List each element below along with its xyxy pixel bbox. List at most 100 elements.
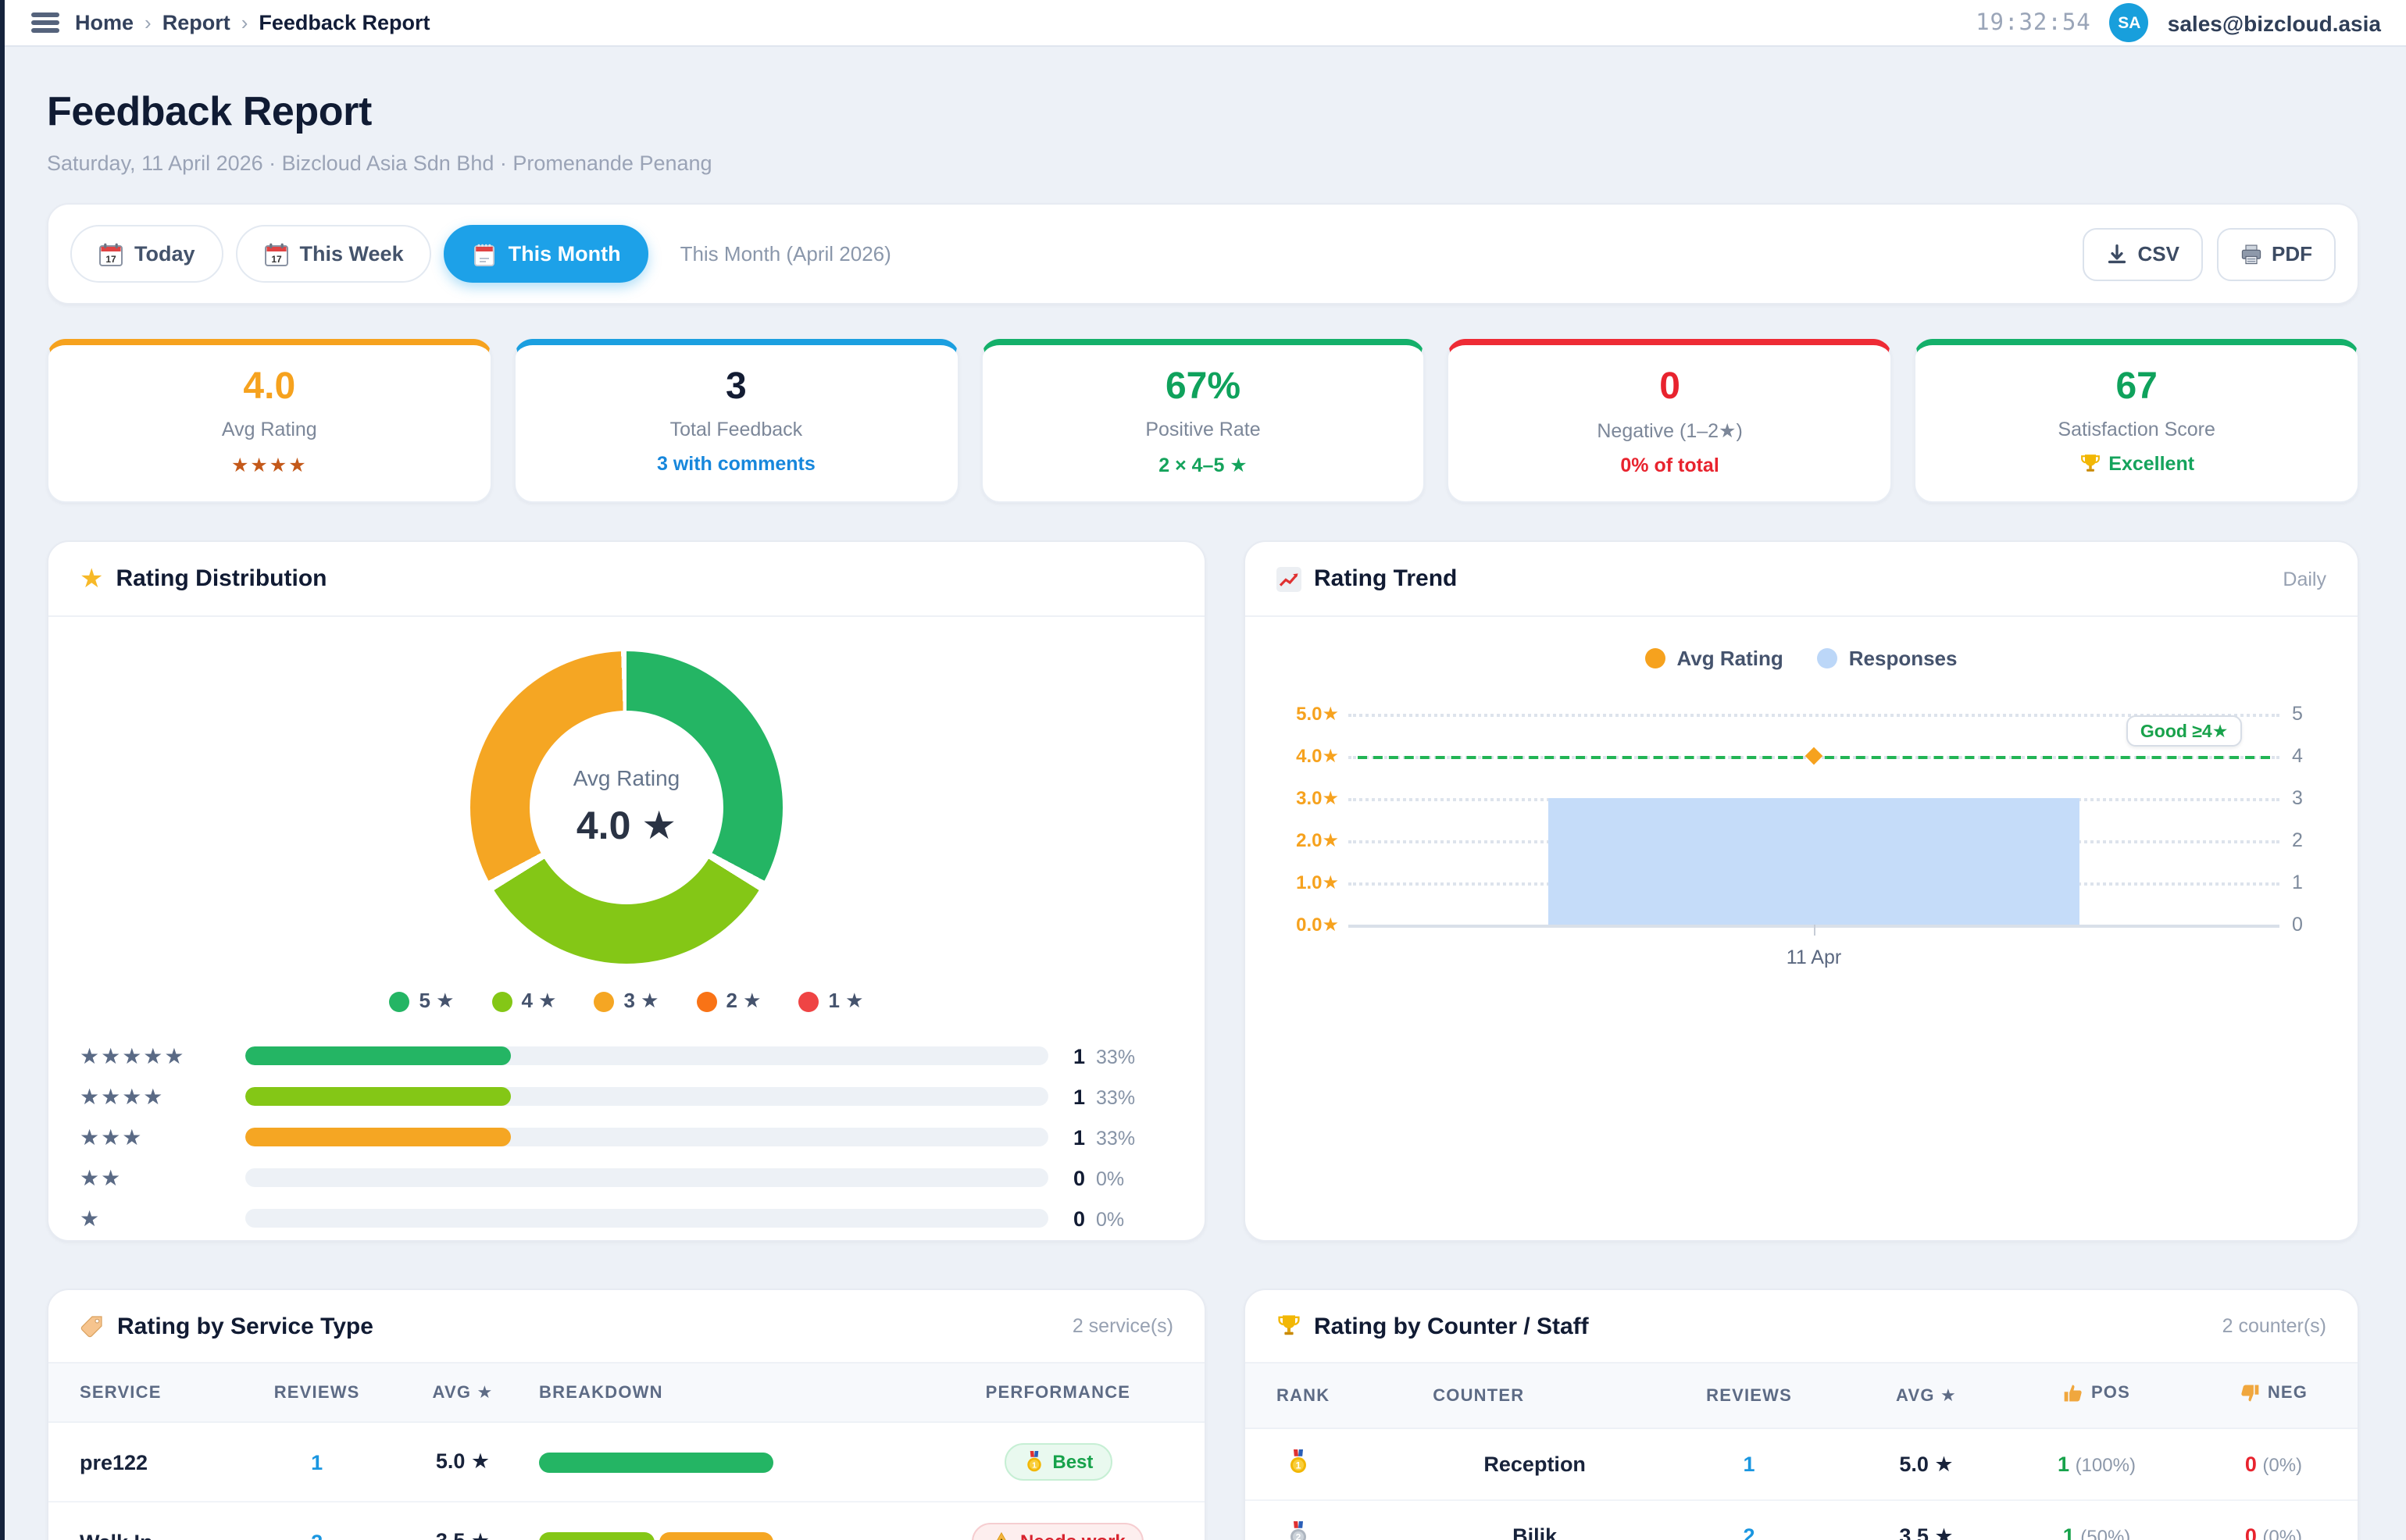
counter-staff-title: Rating by Counter / Staff — [1314, 1314, 1589, 1340]
col-reviews: Reviews — [1649, 1364, 1849, 1429]
legend-item-5star: 5 ★ — [390, 989, 455, 1014]
tables-row: Rating by Service Type 2 service(s) Serv… — [47, 1289, 2359, 1540]
svg-text:1: 1 — [1031, 1461, 1036, 1470]
breadcrumb-separator: › — [241, 11, 248, 34]
legend-item-avg-rating: Avg Rating — [1645, 647, 1783, 670]
today-label: Today — [134, 242, 195, 266]
calendar-icon: 17 — [98, 241, 123, 266]
service-row-pre122: pre122 1 5.0 ★ 1 Best — [48, 1423, 1205, 1503]
kpi-label: Avg Rating — [64, 419, 475, 441]
col-performance: Performance — [912, 1364, 1205, 1423]
breadcrumb-report[interactable]: Report — [162, 11, 230, 34]
kpi-label: Satisfaction Score — [1931, 419, 2342, 441]
col-rank: Rank — [1245, 1364, 1420, 1429]
rating-bar-row-4: ★★★★ 133% — [80, 1077, 1173, 1118]
this-month-button[interactable]: This Month — [444, 225, 649, 283]
performance-badge-best: 1 Best — [1004, 1444, 1112, 1481]
legend-item-2star: 2 ★ — [697, 989, 762, 1014]
export-buttons: CSV PDF — [2083, 227, 2336, 280]
counter-staff-panel: Rating by Counter / Staff 2 counter(s) R… — [1244, 1289, 2359, 1540]
bar-fill — [245, 1088, 510, 1107]
page-subtitle: Saturday, 11 April 2026 · Bizcloud Asia … — [47, 152, 2359, 175]
pos-pct: (50%) — [2080, 1527, 2130, 1540]
feedback-report-page: Home › Report › Feedback Report 19:32:54… — [0, 0, 2406, 1540]
counter-avg: 3.5 ★ — [1849, 1501, 2004, 1540]
threshold-badge: Good ≥4★ — [2126, 716, 2242, 747]
service-type-title: Rating by Service Type — [117, 1314, 373, 1340]
rating-distribution-header: ★ Rating Distribution — [48, 543, 1205, 618]
svg-text:2: 2 — [1296, 1532, 1301, 1540]
breadcrumb: Home › Report › Feedback Report — [75, 11, 430, 34]
kpi-label: Positive Rate — [998, 419, 1408, 441]
this-week-button[interactable]: 17 This Week — [236, 225, 432, 283]
row-count: 1 — [1073, 1045, 1085, 1068]
row-pct: 33% — [1096, 1046, 1135, 1068]
donut-chart-wrap: Avg Rating 4.0 ★ — [80, 652, 1173, 964]
kpi-sub-positive: 2 × 4–5 ★ — [998, 454, 1408, 477]
kpi-value: 67 — [1931, 367, 2342, 408]
counter-row-reception: 1 Reception 1 5.0 ★ 1 (100%) 0 (0%) — [1245, 1429, 2358, 1501]
kpi-sub-comments: 3 with comments — [531, 454, 942, 476]
pos-pct: (100%) — [2076, 1455, 2136, 1477]
rating-distribution-body: Avg Rating 4.0 ★ 5 ★ 4 ★ 3 ★ 2 ★ 1 ★ — [48, 618, 1205, 1241]
kpi-negative: 0 Negative (1–2★) 0% of total — [1448, 339, 1893, 504]
thumbs-down-icon — [2240, 1383, 2261, 1405]
legend-item-1star: 1 ★ — [799, 989, 864, 1014]
neg-pct: (0%) — [2262, 1527, 2302, 1540]
export-csv-button[interactable]: CSV — [2083, 227, 2203, 280]
kpi-value: 67% — [998, 367, 1408, 408]
tag-icon — [80, 1314, 105, 1339]
service-type-header: Rating by Service Type 2 service(s) — [48, 1291, 1205, 1363]
menu-icon[interactable] — [31, 12, 59, 33]
row-pct: 33% — [1096, 1087, 1135, 1109]
clock: 19:32:54 — [1976, 10, 2091, 35]
performance-badge-needs-work: Needs work — [972, 1524, 1144, 1540]
y-axis-right: 5 4 3 2 1 0 — [2279, 715, 2326, 925]
rating-trend-body: Avg Rating Responses 5.0★ 4.0★ 3.0★ 2.0★… — [1245, 618, 2358, 1241]
rating-trend-panel: Rating Trend Daily Avg Rating Responses … — [1244, 541, 2359, 1242]
x-axis-labels: 11 Apr — [1276, 947, 2326, 969]
account-email[interactable]: sales@bizcloud.asia — [2168, 10, 2381, 35]
rating-trend-header: Rating Trend Daily — [1245, 543, 2358, 618]
col-counter: Counter — [1420, 1364, 1649, 1429]
legend-item-3star: 3 ★ — [594, 989, 659, 1014]
x-tick-label: 11 Apr — [1348, 947, 2279, 969]
trophy-icon — [1276, 1314, 1301, 1339]
breadcrumb-home[interactable]: Home — [75, 11, 134, 34]
row-stars: ★ — [80, 1206, 230, 1232]
counter-row-bilik: 2 Bilik 2 3.5 ★ 1 (50%) 0 (0%) — [1245, 1501, 2358, 1540]
export-pdf-button[interactable]: PDF — [2217, 227, 2336, 280]
rating-trend-title: Rating Trend — [1314, 566, 1457, 593]
legend-dot — [799, 992, 819, 1012]
legend-item-4star: 4 ★ — [492, 989, 557, 1014]
avatar[interactable]: SA — [2110, 3, 2149, 42]
chart-increasing-icon — [1276, 567, 1301, 592]
today-button[interactable]: 17 Today — [70, 225, 223, 283]
svg-text:1: 1 — [1296, 1460, 1301, 1471]
row-count: 0 — [1073, 1167, 1085, 1190]
responses-bar — [1548, 799, 2079, 925]
neg-pct: (0%) — [2262, 1455, 2302, 1477]
trophy-icon — [2079, 454, 2101, 476]
col-avg: Avg ★ — [1849, 1364, 2004, 1429]
donut-center: Avg Rating 4.0 ★ — [470, 652, 783, 964]
legend-dot — [390, 992, 410, 1012]
rating-bar-row-5: ★★★★★ 133% — [80, 1036, 1173, 1077]
collapsed-sidebar-edge — [0, 0, 5, 1540]
donut-legend: 5 ★ 4 ★ 3 ★ 2 ★ 1 ★ — [80, 989, 1173, 1014]
service-count-badge: 2 service(s) — [1073, 1316, 1173, 1338]
legend-dot — [594, 992, 615, 1012]
row-count: 1 — [1073, 1085, 1085, 1109]
service-avg: 5.0 ★ — [399, 1423, 527, 1503]
breadcrumb-current: Feedback Report — [259, 11, 430, 34]
kpi-label: Total Feedback — [531, 419, 942, 441]
service-type-table: Service Reviews Avg ★ Breakdown Performa… — [48, 1363, 1205, 1540]
row-pct: 0% — [1096, 1209, 1124, 1231]
row-pct: 0% — [1096, 1168, 1124, 1190]
kpi-sub-stars: ★★★★ — [64, 454, 475, 477]
service-reviews: 1 — [234, 1423, 399, 1503]
x-axis-tick — [1814, 925, 1815, 936]
this-month-label: This Month — [509, 242, 621, 266]
legend-item-responses: Responses — [1818, 647, 1958, 670]
rating-bar-row-2: ★★ 00% — [80, 1158, 1173, 1199]
